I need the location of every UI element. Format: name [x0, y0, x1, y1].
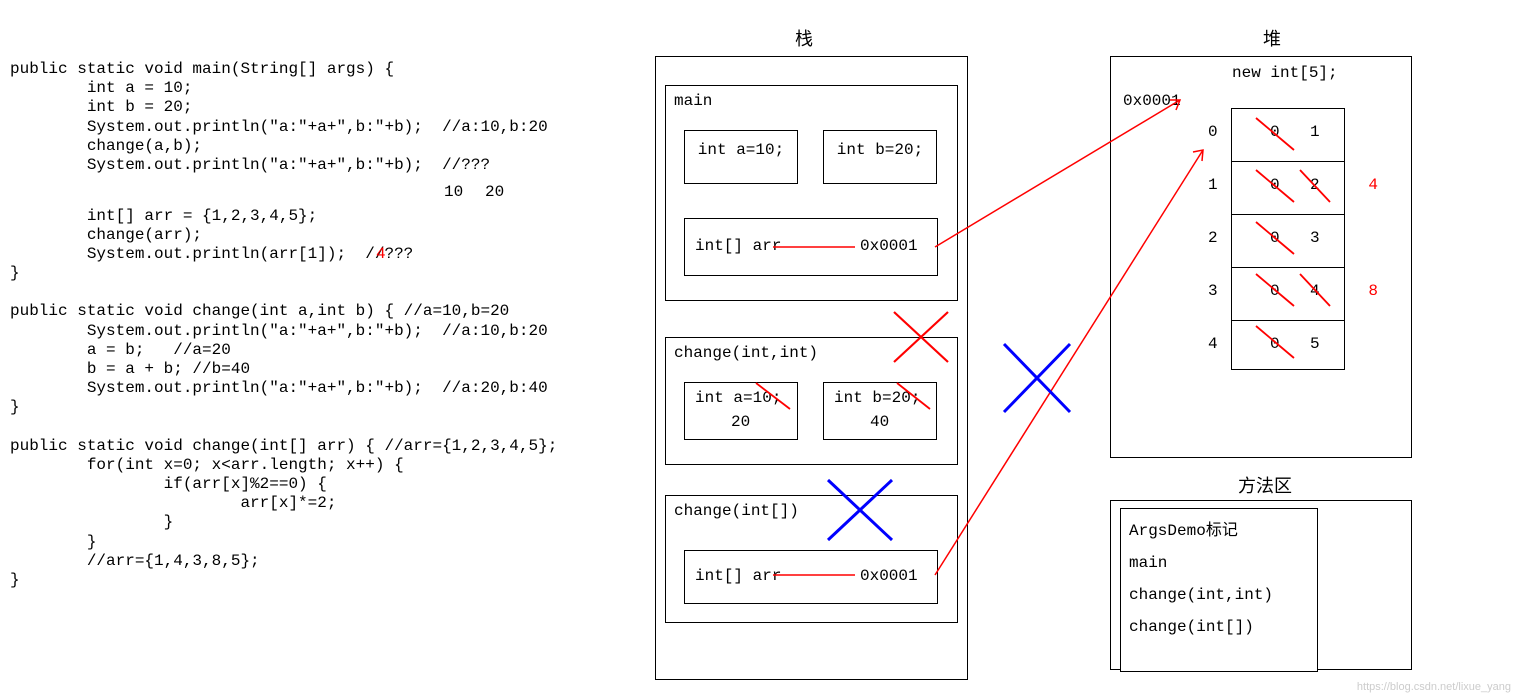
watermark: https://blog.csdn.net/lixue_yang — [1357, 681, 1511, 693]
frame3-arr-addr: 0x0001 — [860, 567, 918, 585]
code-block-pt2: int[] arr = {1,2,3,4,5}; change(arr); Sy… — [10, 207, 423, 265]
heap-cell-1: 1 0 2 4 — [1232, 161, 1344, 214]
heap-title: 堆 — [1263, 25, 1281, 51]
heap-cell-3: 3 0 4 8 — [1232, 267, 1344, 320]
heap-cell-2: 2 0 3 — [1232, 214, 1344, 267]
ans-10: 10 — [444, 183, 463, 201]
stack-title: 栈 — [795, 25, 813, 51]
frame1-var-b: int b=20; — [823, 130, 937, 184]
ma-change2: change(int[]) — [1129, 611, 1309, 643]
stack-frame-change-int-int: change(int,int) int a=10; 20 int b=20; 4… — [665, 337, 958, 465]
frame1-arr-addr: 0x0001 — [860, 237, 918, 255]
code-main-pt3: } public static void change(int a,int b)… — [10, 264, 557, 590]
frame2-var-b: int b=20; 40 — [823, 382, 937, 440]
stack-frame-change-intarr: change(int[]) int[] arr 0x0001 — [665, 495, 958, 623]
heap-addr: 0x0001 — [1123, 92, 1181, 110]
frame1-var-a: int a=10; — [684, 130, 798, 184]
ans-4: 4 — [376, 245, 386, 263]
frame3-arr-lbl: int[] arr — [695, 567, 781, 585]
frame2-var-a: int a=10; 20 — [684, 382, 798, 440]
method-area-box: ArgsDemo标记 main change(int,int) change(i… — [1120, 508, 1318, 672]
frame1-arr-box: int[] arr 0x0001 — [684, 218, 938, 276]
frame1-name: main — [674, 92, 712, 110]
heap-newint: new int[5]; — [1232, 64, 1338, 82]
stack-frame-main: main int a=10; int b=20; int[] arr 0x000… — [665, 85, 958, 301]
method-area-title: 方法区 — [1238, 472, 1292, 498]
code-main-pt1: public static void main(String[] args) {… — [10, 60, 650, 175]
heap-array: 0 0 1 1 0 2 4 2 0 3 3 0 4 8 4 0 5 — [1231, 108, 1345, 370]
frame3-name: change(int[]) — [674, 502, 799, 520]
code-block-pt3: } public static void change(int a,int b)… — [10, 264, 557, 590]
frame2-var-b-lbl: int b=20; — [834, 389, 920, 407]
ma-main: main — [1129, 547, 1309, 579]
frame2-name: change(int,int) — [674, 344, 818, 362]
ans-20: 20 — [485, 183, 504, 201]
ma-change1: change(int,int) — [1129, 579, 1309, 611]
code-main-pt2: int[] arr = {1,2,3,4,5}; change(arr); Sy… — [10, 207, 423, 265]
frame3-arr-box: int[] arr 0x0001 — [684, 550, 938, 604]
frame2-var-a-lbl: int a=10; — [695, 389, 781, 407]
code-block: public static void main(String[] args) {… — [10, 60, 650, 175]
frame1-arr-label: int[] arr — [695, 237, 781, 255]
frame2-var-a-new: 20 — [731, 413, 750, 431]
heap-cell-4: 4 0 5 — [1232, 320, 1344, 373]
frame2-var-b-new: 40 — [870, 413, 889, 431]
heap-cell-0: 0 0 1 — [1232, 109, 1344, 161]
ma-class: ArgsDemo标记 — [1129, 515, 1309, 547]
